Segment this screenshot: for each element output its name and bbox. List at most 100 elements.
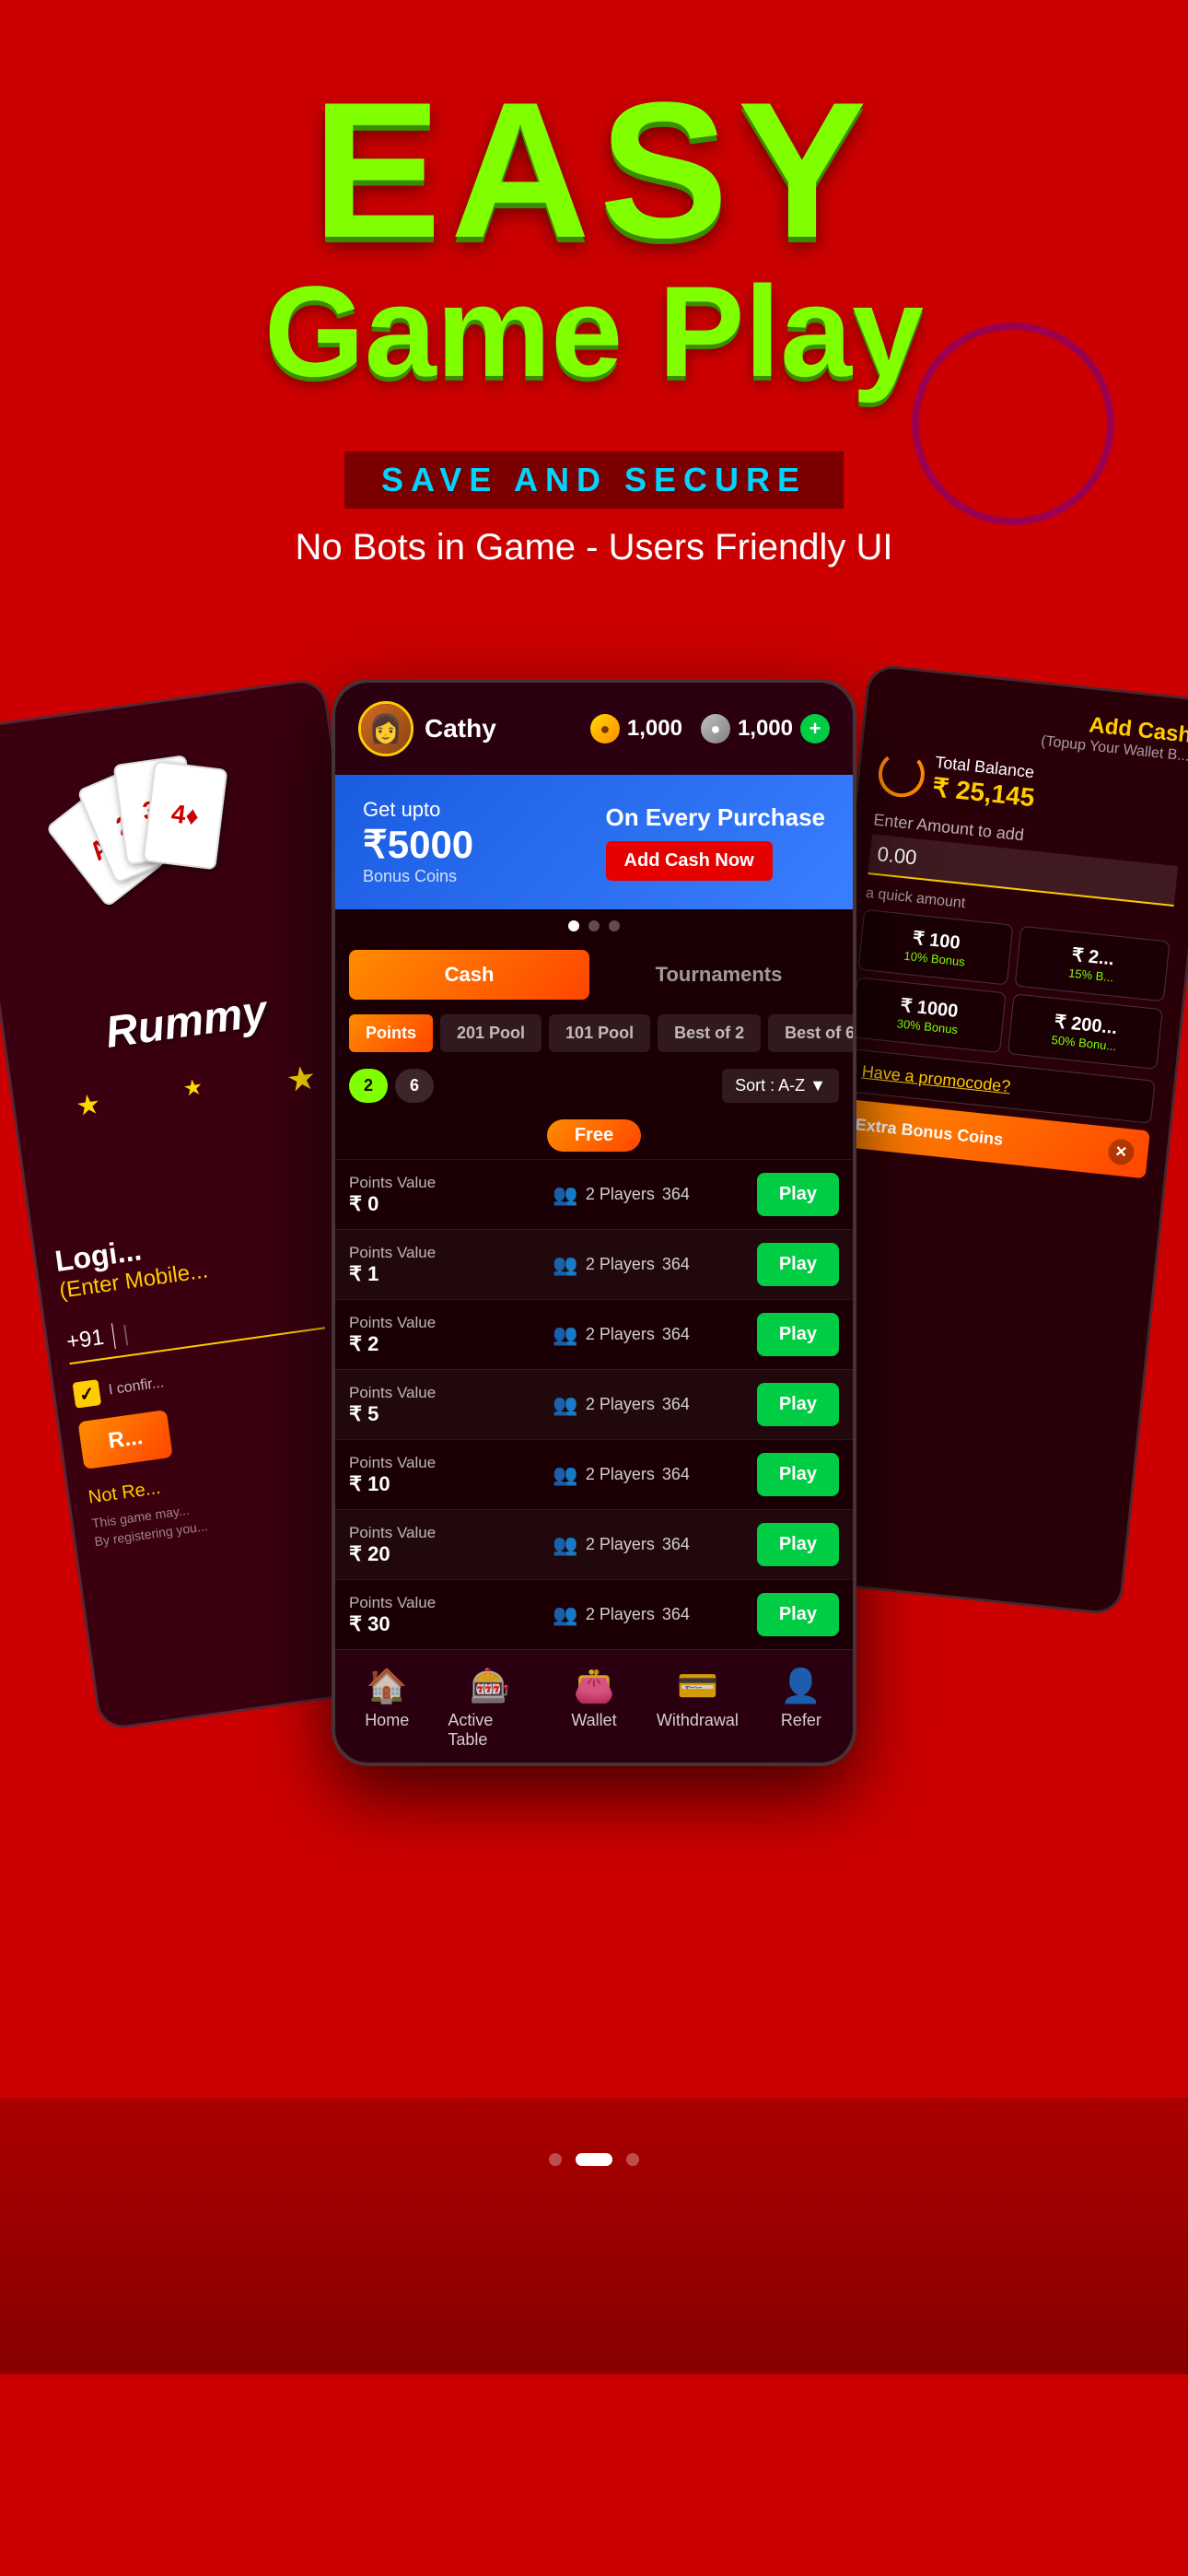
nav-withdrawal[interactable]: 💳 Withdrawal [646,1650,749,1762]
row-1-players: 👥 2 Players 364 [553,1253,756,1277]
refer-icon: 👤 [780,1667,821,1705]
nav-refer-label: Refer [781,1711,821,1730]
scroll-dot-1 [549,2153,562,2166]
bonus-coins-text: Bonus Coins [363,867,473,886]
quick-amount-2000[interactable]: ₹ 200... 50% Bonu... [1007,993,1163,1070]
play-btn-5[interactable]: Play [757,1523,839,1566]
star-icon-3: ★ [284,1058,319,1100]
gold-coin-icon: ● [590,714,620,744]
row-5-count: 364 [662,1535,690,1554]
filter-201-pool[interactable]: 201 Pool [440,1014,542,1052]
row-4-count: 364 [662,1465,690,1484]
star-icon-1: ★ [74,1088,103,1130]
on-every-text: On Every Purchase [606,803,825,832]
player-pills: 2 6 [349,1069,434,1103]
add-coins-btn[interactable]: + [800,714,830,744]
scroll-dot-2-active [576,2153,612,2166]
banner-right: On Every Purchase Add Cash Now [606,803,825,881]
tab-cash[interactable]: Cash [349,950,589,1000]
dot-2 [588,920,600,931]
players-icon-1: 👥 [553,1253,577,1277]
nav-active-table[interactable]: 🎰 Active Table [438,1650,542,1762]
dots-indicator [335,909,853,943]
filter-chips: Points 201 Pool 101 Pool Best of 2 Best … [335,1007,853,1060]
add-cash-now-btn[interactable]: Add Cash Now [606,841,773,881]
tab-tournaments[interactable]: Tournaments [599,950,839,1000]
row-6-count: 364 [662,1605,690,1624]
quick-amount-200[interactable]: ₹ 2... 15% B... [1015,926,1171,1002]
sort-label: Sort : A-Z [735,1076,805,1095]
checkbox-icon: ✓ [73,1379,102,1409]
game-row-2: Points Value ₹ 2 👥 2 Players 364 Play [335,1299,853,1369]
game-row-1: Points Value ₹ 1 👥 2 Players 364 Play [335,1229,853,1299]
bottom-nav: 🏠 Home 🎰 Active Table 👛 Wallet 💳 Withdra… [335,1649,853,1762]
row-4-player-count: 2 Players [586,1465,655,1484]
play-btn-1[interactable]: Play [757,1243,839,1286]
row-6-value: ₹ 30 [349,1612,553,1636]
quick-amount-1000[interactable]: ₹ 1000 30% Bonus [851,977,1007,1053]
playing-card-4: 4♦ [143,760,228,870]
wallet-icon: 👛 [574,1667,615,1705]
row-6-player-count: 2 Players [586,1605,655,1624]
game-row-5: Points Value ₹ 20 👥 2 Players 364 Play [335,1509,853,1579]
row-2-label: Points Value [349,1314,553,1332]
username: Cathy [425,714,496,744]
players-icon-3: 👥 [553,1393,577,1417]
row-4-players: 👥 2 Players 364 [553,1463,756,1487]
gold-coin-item: ● 1,000 [590,714,682,744]
bottom-section [0,2098,1188,2374]
nav-wallet-label: Wallet [571,1711,616,1730]
game-list: Free Points Value ₹ 0 👥 2 Players 364 Pl… [335,1112,853,1649]
country-code: +91 [64,1323,115,1355]
play-btn-6[interactable]: Play [757,1593,839,1636]
row-4-info: Points Value ₹ 10 [349,1454,553,1496]
nav-home[interactable]: 🏠 Home [335,1650,438,1762]
hero-section: EASY Game Play SAVE AND SECURE No Bots i… [0,0,1188,624]
row-1-value: ₹ 1 [349,1262,553,1286]
row-0-count: 364 [662,1185,690,1204]
play-btn-3[interactable]: Play [757,1383,839,1426]
game-row-0: Points Value ₹ 0 👥 2 Players 364 Play [335,1159,853,1229]
player-pill-2[interactable]: 2 [349,1069,388,1103]
active-table-icon: 🎰 [470,1667,511,1705]
row-1-label: Points Value [349,1244,553,1262]
phone-cursor: | [122,1321,131,1348]
players-icon-6: 👥 [553,1603,577,1627]
quick-amount-100[interactable]: ₹ 100 10% Bonus [857,909,1013,986]
play-btn-2[interactable]: Play [757,1313,839,1356]
nav-active-table-label: Active Table [448,1711,532,1750]
filter-best-of-2[interactable]: Best of 2 [658,1014,761,1052]
row-2-count: 364 [662,1325,690,1344]
row-2-players: 👥 2 Players 364 [553,1323,756,1347]
row-0-player-count: 2 Players [586,1185,655,1204]
player-pill-6[interactable]: 6 [395,1069,434,1103]
row-3-players: 👥 2 Players 364 [553,1393,756,1417]
get-upto-text: Get upto [363,798,473,822]
row-0-players: 👥 2 Players 364 [553,1183,756,1207]
sort-button[interactable]: Sort : A-Z ▼ [722,1069,839,1103]
game-row-4: Points Value ₹ 10 👥 2 Players 364 Play [335,1439,853,1509]
players-icon-2: 👥 [553,1323,577,1347]
row-3-count: 364 [662,1395,690,1414]
nav-home-label: Home [365,1711,409,1730]
user-info: 👩 Cathy [358,701,496,756]
save-secure-bar: SAVE AND SECURE [344,451,844,509]
nav-wallet[interactable]: 👛 Wallet [542,1650,646,1762]
register-btn[interactable]: R... [78,1410,174,1469]
row-5-player-count: 2 Players [586,1535,655,1554]
play-btn-0[interactable]: Play [757,1173,839,1216]
row-0-value: ₹ 0 [349,1192,553,1216]
row-3-value: ₹ 5 [349,1402,553,1426]
subtitle-text: No Bots in Game - Users Friendly UI [37,527,1151,568]
row-2-info: Points Value ₹ 2 [349,1314,553,1356]
play-btn-4[interactable]: Play [757,1453,839,1496]
close-icon[interactable]: ✕ [1107,1138,1136,1166]
filter-best-of-6[interactable]: Best of 6 [768,1014,853,1052]
banner-amount: ₹5000 [363,822,473,867]
row-5-value: ₹ 20 [349,1542,553,1566]
filter-points[interactable]: Points [349,1014,433,1052]
tab-bar: Cash Tournaments [335,943,853,1007]
nav-refer[interactable]: 👤 Refer [750,1650,853,1762]
filter-101-pool[interactable]: 101 Pool [549,1014,650,1052]
row-3-label: Points Value [349,1384,553,1402]
